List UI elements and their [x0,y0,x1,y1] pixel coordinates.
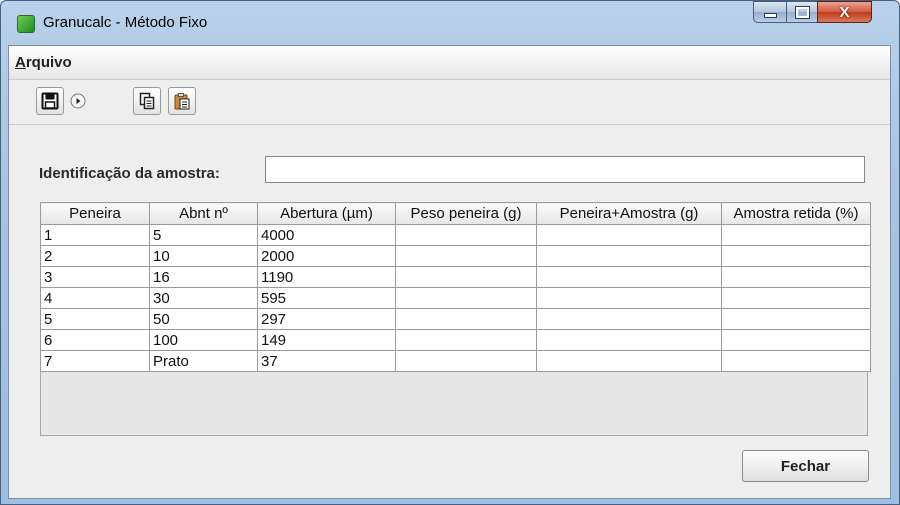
table-cell[interactable]: 3 [40,266,150,288]
table-cell[interactable] [395,245,537,267]
table-cell[interactable] [536,224,722,246]
table-row: 2 10 2000 [40,245,871,267]
sieve-table: Peneira Abnt nº Abertura (µm) Peso penei… [40,202,871,372]
paste-button[interactable] [168,87,196,115]
table-cell[interactable] [721,224,871,246]
table-cell[interactable]: 4 [40,287,150,309]
menu-bar: Arquivo [9,46,890,80]
table-cell[interactable] [536,245,722,267]
table-row: 5 50 297 [40,308,871,330]
menu-arquivo[interactable]: Arquivo [15,54,72,71]
table-cell[interactable] [395,266,537,288]
table-cell[interactable]: 6 [40,329,150,351]
table-row: 6 100 149 [40,329,871,351]
table-cell[interactable] [395,329,537,351]
table-header-row: Peneira Abnt nº Abertura (µm) Peso penei… [40,202,871,225]
table-cell[interactable] [536,308,722,330]
table-row: 7 Prato 37 [40,350,871,372]
minimize-button[interactable] [753,1,787,23]
copy-icon [139,92,155,110]
table-cell[interactable]: 297 [257,308,396,330]
table-cell[interactable] [395,308,537,330]
column-header-peneira[interactable]: Peneira [40,202,150,225]
close-button[interactable]: Fechar [742,450,869,482]
table-cell[interactable]: 5 [149,224,258,246]
table-cell[interactable]: 2000 [257,245,396,267]
table-cell[interactable] [395,224,537,246]
table-cell[interactable] [536,287,722,309]
table-cell[interactable]: 37 [257,350,396,372]
save-button[interactable] [36,87,64,115]
run-button[interactable] [64,87,92,115]
table-cell[interactable] [721,287,871,309]
close-icon: X [839,3,850,21]
client-area: Arquivo Identificação da amostra: Peneir… [8,45,891,499]
menu-accesskey: A [15,54,26,71]
table-cell[interactable] [395,287,537,309]
maximize-button[interactable] [786,1,818,23]
sample-id-input[interactable] [265,156,865,183]
sieve-table-container: Peneira Abnt nº Abertura (µm) Peso penei… [40,202,871,436]
table-row: 4 30 595 [40,287,871,309]
table-cell[interactable]: 4000 [257,224,396,246]
table-cell[interactable] [536,350,722,372]
table-row: 3 16 1190 [40,266,871,288]
table-row: 1 5 4000 [40,224,871,246]
table-cell[interactable]: 30 [149,287,258,309]
table-cell[interactable] [721,245,871,267]
table-cell[interactable]: 100 [149,329,258,351]
table-cell[interactable] [721,308,871,330]
table-cell[interactable]: 50 [149,308,258,330]
column-header-peneira-amostra[interactable]: Peneira+Amostra (g) [536,202,722,225]
column-header-abnt[interactable]: Abnt nº [149,202,258,225]
window-title: Granucalc - Método Fixo [43,14,208,31]
play-icon [70,93,86,109]
table-cell[interactable]: 1190 [257,266,396,288]
column-header-abertura[interactable]: Abertura (µm) [257,202,396,225]
app-icon [17,15,35,33]
table-cell[interactable] [721,266,871,288]
sample-id-label: Identificação da amostra: [39,165,220,182]
column-header-peso-peneira[interactable]: Peso peneira (g) [395,202,537,225]
table-cell[interactable]: 1 [40,224,150,246]
table-cell[interactable]: 10 [149,245,258,267]
table-cell[interactable] [721,350,871,372]
table-cell[interactable] [536,266,722,288]
title-bar[interactable]: Granucalc - Método Fixo X [1,1,899,45]
table-cell[interactable]: Prato [149,350,258,372]
maximize-icon [794,5,810,19]
minimize-icon [763,13,777,18]
table-cell[interactable]: 5 [40,308,150,330]
table-cell[interactable]: 7 [40,350,150,372]
table-cell[interactable]: 595 [257,287,396,309]
close-window-button[interactable]: X [817,1,872,23]
toolbar [9,80,890,125]
column-header-amostra-retida[interactable]: Amostra retida (%) [721,202,871,225]
menu-label: rquivo [25,54,72,71]
table-cell[interactable] [536,329,722,351]
table-cell[interactable] [721,329,871,351]
table-cell[interactable]: 2 [40,245,150,267]
paste-icon [174,93,190,110]
app-window: Granucalc - Método Fixo X Arquivo Identi… [0,0,900,505]
save-icon [41,92,59,110]
table-cell[interactable]: 16 [149,266,258,288]
copy-button[interactable] [133,87,161,115]
table-cell[interactable] [395,350,537,372]
table-cell[interactable]: 149 [257,329,396,351]
